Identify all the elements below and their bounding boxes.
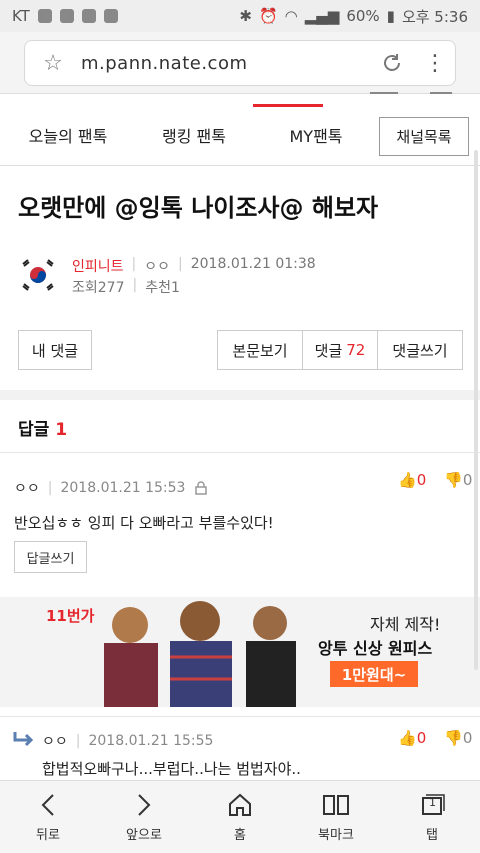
clock: 오후 5:36 (401, 7, 468, 26)
thumbs-up-button[interactable]: 👍0 (398, 471, 426, 489)
bookmark-star-icon[interactable]: ☆ (25, 51, 81, 76)
tabs-button[interactable]: 1 탭 (384, 781, 480, 853)
active-tab-indicator (253, 104, 323, 107)
thumbs-down-button[interactable]: 👎0 (444, 471, 472, 489)
more-menu-icon[interactable]: ⋮ (415, 51, 455, 76)
reload-icon[interactable] (369, 40, 415, 86)
signal-icon: ▂▄▆ (304, 7, 340, 25)
replies-label: 답글 (18, 420, 50, 440)
thumbs-down-button[interactable]: 👎0 (444, 729, 472, 747)
comment-date: 2018.01.21 15:55 (88, 733, 214, 749)
section-divider (0, 390, 480, 400)
mail-icon (37, 9, 52, 23)
nav-indicator-line (430, 92, 452, 94)
write-comment-button[interactable]: 댓글쓰기 (377, 330, 463, 370)
tab-count: 1 (429, 795, 436, 809)
battery-percent: 60% (346, 7, 380, 25)
thumbs-up-icon: 👍 (398, 729, 417, 747)
back-arrow-icon (39, 792, 57, 818)
comment-meta: ㅇㅇ | 2018.01.21 15:55 (42, 733, 214, 750)
comment-meta: ㅇㅇ | 2018.01.21 15:53 (14, 478, 208, 498)
bookmarks-button[interactable]: 북마크 (288, 781, 384, 853)
tab-today[interactable]: 오늘의 팬톡 (0, 123, 136, 147)
forward-button[interactable]: 앞으로 (96, 781, 192, 853)
post-meta-line1: 인피니트 | ㅇㅇ | 2018.01.21 01:38 (72, 256, 316, 276)
author-avatar-flag-icon (19, 256, 57, 294)
forward-arrow-icon (135, 792, 153, 818)
tab-ranking[interactable]: 랭킹 팬톡 (136, 123, 252, 147)
thumbs-down-count: 0 (462, 471, 473, 489)
browser-bottom-nav: 뒤로 앞으로 홈 북마크 1 탭 (0, 780, 480, 853)
thumbs-down-count: 0 (462, 729, 473, 747)
alarm-icon: ⏰ (258, 7, 278, 25)
post-recommend: 추천1 (145, 280, 180, 296)
thumbs-up-count: 0 (416, 729, 427, 747)
post-views: 조회277 (72, 280, 125, 296)
forward-label: 앞으로 (126, 827, 162, 843)
home-icon (227, 792, 253, 818)
comment-nick: ㅇㅇ (14, 481, 40, 497)
replies-heading: 답글 1 (18, 415, 67, 440)
carrier-label: KT (12, 7, 30, 25)
thumbs-up-count: 0 (416, 471, 427, 489)
ad-line2: 앙투 신상 원피스 (318, 639, 433, 658)
ad-models-image (104, 601, 296, 707)
home-label: 홈 (234, 827, 246, 843)
scrollbar[interactable] (474, 150, 478, 670)
tabs-icon: 1 (419, 792, 445, 818)
ad-logo: 11번가 (46, 607, 95, 625)
post-title: 오랫만에 @잉톡 나이조사@ 해보자 (18, 194, 379, 222)
post-author[interactable]: 인피니트 (72, 256, 124, 276)
nav-indicator-line (370, 92, 398, 94)
divider (0, 452, 480, 453)
back-label: 뒤로 (36, 827, 60, 843)
post-meta-line2: 조회277 | 추천1 (72, 277, 180, 296)
tab-my[interactable]: MY팬톡 (252, 123, 380, 147)
channel-list-button[interactable]: 채널목록 (379, 117, 469, 156)
comment-votes: 👍0 👎0 (398, 471, 472, 489)
comments-button[interactable]: 댓글 72 (302, 330, 378, 370)
gallery-icon (59, 9, 74, 23)
comments-count: 72 (346, 341, 366, 359)
battery-icon: ▮ (386, 7, 395, 25)
comments-label: 댓글 (314, 341, 343, 360)
address-bar[interactable]: ☆ m.pann.nate.com ⋮ (24, 40, 456, 86)
thumbs-down-icon: 👎 (444, 471, 463, 489)
url-text[interactable]: m.pann.nate.com (81, 53, 369, 74)
comment-votes: 👍0 👎0 (398, 729, 472, 747)
thumbs-up-icon: 👍 (398, 471, 417, 489)
thumbs-down-icon: 👎 (444, 729, 463, 747)
reply-arrow-icon (13, 732, 34, 747)
back-button[interactable]: 뒤로 (0, 781, 96, 853)
comment-text: 반오십ㅎㅎ 잉피 다 오빠라고 부를수있다! (14, 514, 274, 532)
post-date: 2018.01.21 01:38 (190, 256, 316, 272)
ad-price-badge: 1만원대~ (330, 661, 418, 687)
bluetooth-icon: ✱ (239, 7, 252, 25)
lock-icon (195, 481, 208, 495)
bookmarks-label: 북마크 (318, 827, 354, 843)
message-icon (81, 9, 96, 23)
ad-line1: 자체 제작! (370, 615, 441, 634)
book-icon (322, 792, 350, 818)
ad-banner[interactable]: 11번가 자체 제작! 앙투 신상 원피스 1만원대~ (0, 597, 480, 707)
home-button[interactable]: 홈 (192, 781, 288, 853)
browser-toolbar: ☆ m.pann.nate.com ⋮ (0, 32, 480, 94)
comment-nick: ㅇㅇ (42, 734, 68, 750)
divider (0, 716, 480, 717)
tabs-label: 탭 (426, 827, 438, 843)
thumbs-up-button[interactable]: 👍0 (398, 729, 426, 747)
wifi-icon: ◠ (284, 7, 298, 25)
star-app-icon (103, 9, 118, 23)
status-bar: KT ✱ ⏰ ◠ ▂▄▆ 60% ▮ 오후 5:36 (0, 0, 480, 32)
view-body-button[interactable]: 본문보기 (217, 330, 303, 370)
post-nick: ㅇㅇ (144, 259, 171, 275)
reply-button[interactable]: 답글쓰기 (14, 541, 87, 573)
replies-count: 1 (55, 420, 68, 440)
comment-date: 2018.01.21 15:53 (60, 480, 186, 496)
my-comments-button[interactable]: 내 댓글 (18, 330, 92, 370)
comment-text: 합법적오빠구나...부럽다..나는 범법자야.. (42, 760, 301, 778)
